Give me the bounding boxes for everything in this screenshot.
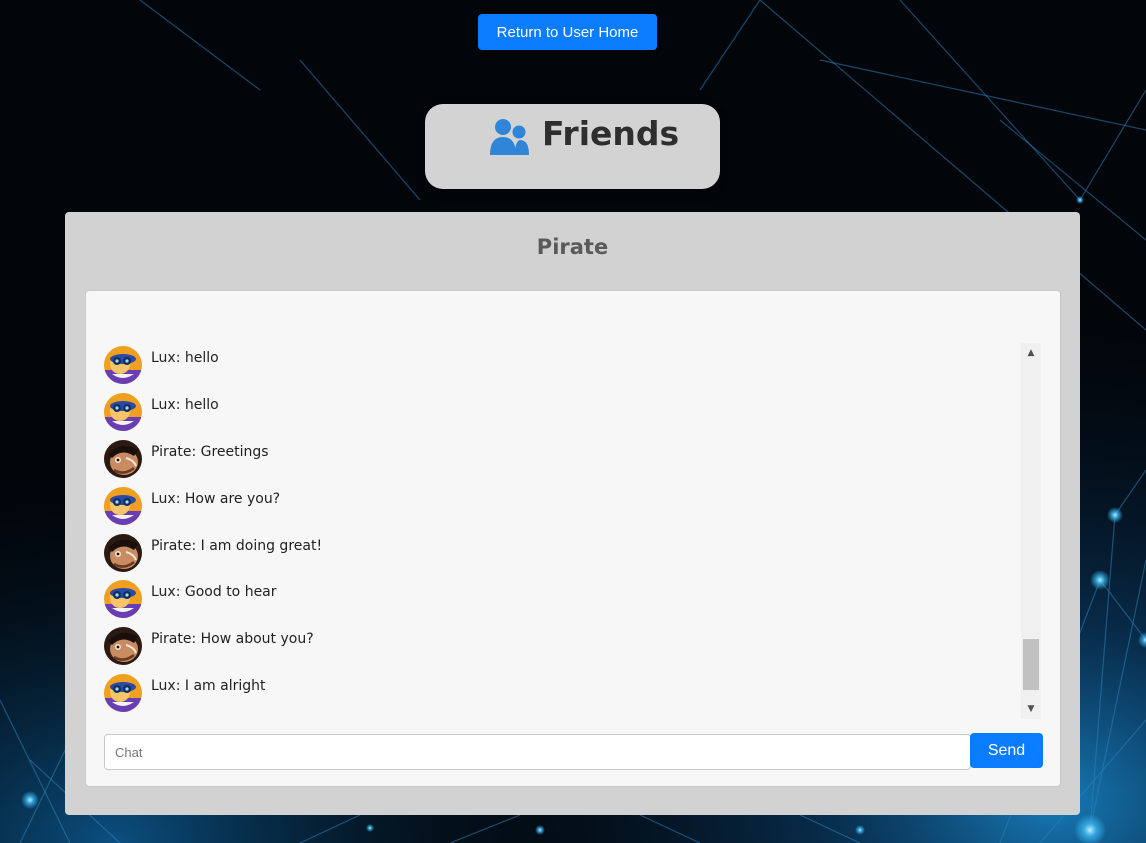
message-text: Lux: Good to hear [151, 584, 277, 600]
lux-avatar [104, 674, 142, 712]
scroll-up-arrow-icon[interactable]: ▲ [1021, 343, 1041, 363]
lux-avatar [104, 346, 142, 384]
message-text: Lux: How are you? [151, 491, 281, 507]
lux-avatar [104, 393, 142, 431]
message-text: Pirate: How about you? [151, 631, 314, 647]
message-text: Lux: hello [151, 350, 219, 366]
scroll-down-arrow-icon[interactable]: ▼ [1021, 699, 1041, 719]
scroll-thumb[interactable] [1023, 639, 1039, 690]
message-row: Lux: I am alright [104, 674, 1004, 712]
pirate-avatar [104, 534, 142, 572]
message-row: Lux: How are you? [104, 487, 1004, 525]
message-text: Pirate: I am doing great! [151, 538, 323, 554]
chat-panel: Pirate Lux: hello Lux: hello Pirate: Gre… [65, 212, 1080, 815]
message-list[interactable]: Lux: hello Lux: hello Pirate: Greetings … [104, 346, 1019, 719]
pirate-avatar [104, 627, 142, 665]
message-row: Lux: Good to hear [104, 580, 1004, 618]
users-icon [490, 119, 529, 155]
chat-friend-name: Pirate [536, 235, 609, 259]
message-text: Lux: hello [151, 397, 219, 413]
lux-avatar [104, 580, 142, 618]
message-row: Lux: hello [104, 393, 1004, 431]
message-row: Lux: hello [104, 346, 1004, 384]
message-text: Lux: I am alright [151, 678, 266, 694]
chat-card: Lux: hello Lux: hello Pirate: Greetings … [85, 290, 1061, 787]
return-home-button[interactable]: Return to User Home [478, 14, 657, 50]
send-button[interactable]: Send [970, 733, 1043, 768]
message-scrollbar[interactable]: ▲ ▼ [1021, 343, 1041, 719]
chat-input[interactable] [104, 734, 971, 770]
page-title: Friends [542, 114, 680, 153]
pirate-avatar [104, 440, 142, 478]
message-row: Pirate: I am doing great! [104, 534, 1004, 572]
message-row: Pirate: Greetings [104, 440, 1004, 478]
message-row: Pirate: How about you? [104, 627, 1004, 665]
lux-avatar [104, 487, 142, 525]
message-text: Pirate: Greetings [151, 444, 269, 460]
